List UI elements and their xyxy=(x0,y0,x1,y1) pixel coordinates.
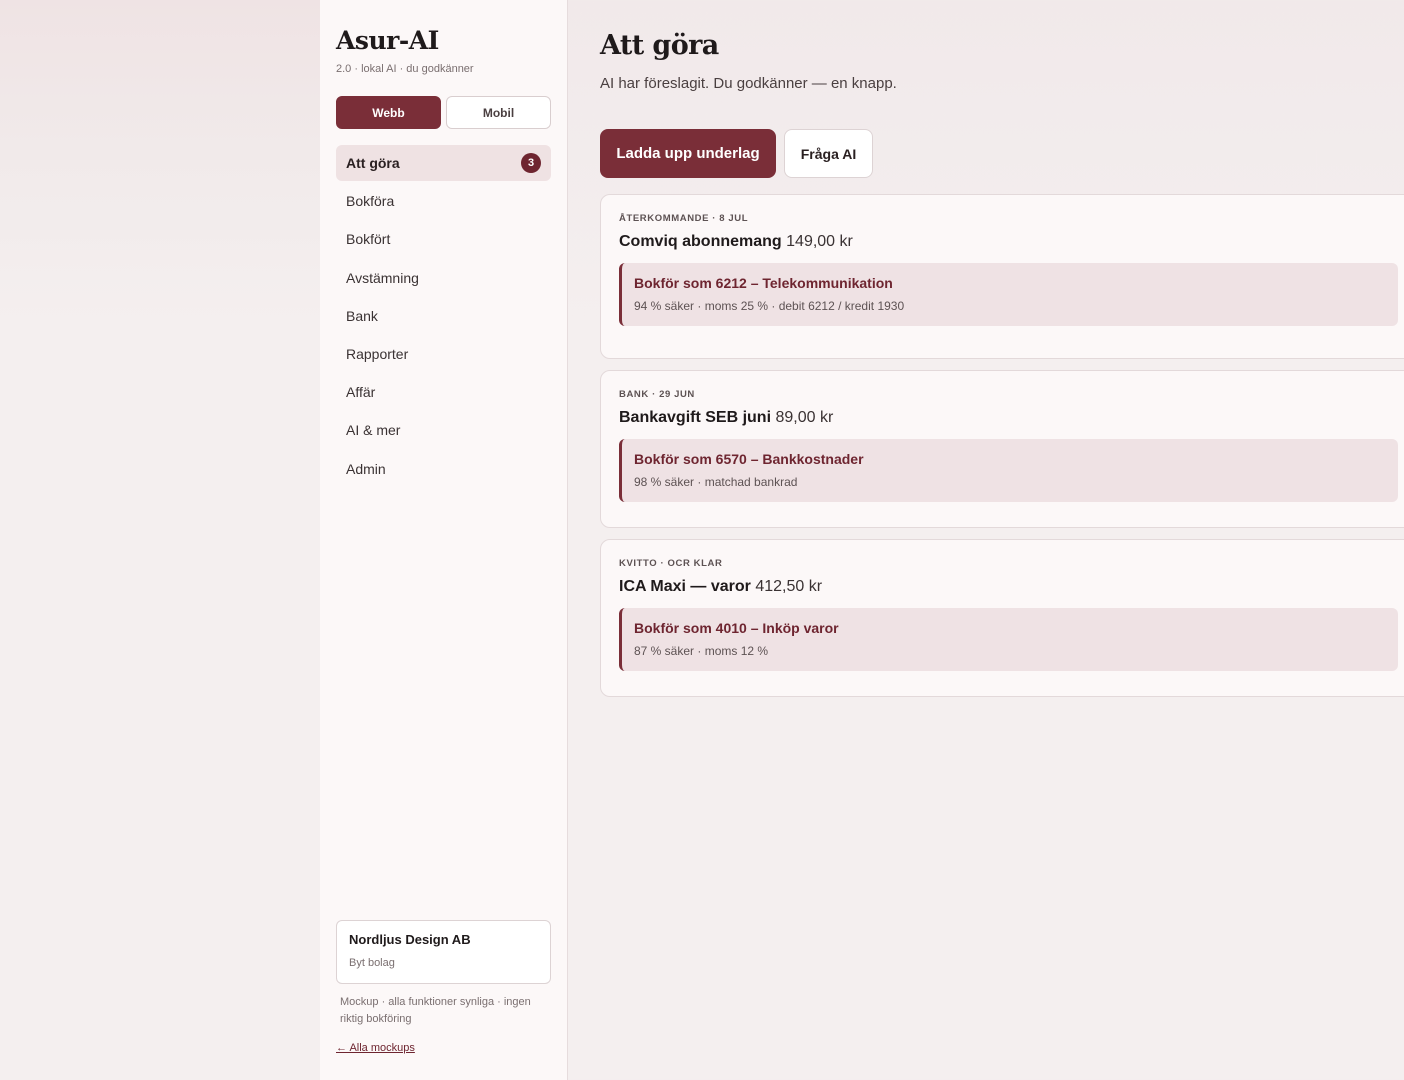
ask-ai-button[interactable]: Fråga AI xyxy=(784,129,873,178)
task-title: ICA Maxi — varor 412,50 kr xyxy=(619,578,822,596)
sidebar-item-label: Affär xyxy=(346,384,376,401)
page-subtitle: AI har föreslagit. Du godkänner — en kna… xyxy=(600,75,897,92)
company-name: Nordljus Design AB xyxy=(349,932,471,947)
task-title: Comviq abonnemang 149,00 kr xyxy=(619,233,853,251)
ai-suggestion[interactable]: Bokför som 6570 – Bankkostnader 98 % säk… xyxy=(619,439,1398,502)
sidebar-item-bokfora[interactable]: Bokföra xyxy=(336,183,551,219)
mode-mobil-button[interactable]: Mobil xyxy=(446,96,551,129)
suggestion-detail: 87 % säker · moms 12 % xyxy=(634,644,769,658)
task-name: ICA Maxi — varor xyxy=(619,578,751,595)
task-meta: Bank · 29 jun xyxy=(619,389,695,400)
main-content: Att göra AI har föreslagit. Du godkänner… xyxy=(600,0,1404,1080)
sidebar-item-label: Bokfört xyxy=(346,231,391,248)
sidebar-item-att-gora[interactable]: Att göra 3 xyxy=(336,145,551,181)
sidebar-item-bokfort[interactable]: Bokfört xyxy=(336,221,551,257)
count-badge: 3 xyxy=(521,153,541,173)
sidebar-nav: Att göra 3 Bokföra Bokfört Avstämning Ba… xyxy=(336,145,551,489)
brand-title: Asur-AI xyxy=(336,26,439,55)
sidebar-item-bank[interactable]: Bank xyxy=(336,298,551,334)
ai-suggestion[interactable]: Bokför som 6212 – Telekommunikation 94 %… xyxy=(619,263,1398,326)
sidebar-item-avstamning[interactable]: Avstämning xyxy=(336,260,551,296)
page-backdrop xyxy=(0,0,320,1080)
company-switcher[interactable]: Nordljus Design AB Byt bolag xyxy=(336,920,551,984)
suggestion-title: Bokför som 6212 – Telekommunikation xyxy=(634,275,893,291)
task-meta: Kvitto · OCR klar xyxy=(619,558,723,569)
task-meta: Återkommande · 8 jul xyxy=(619,213,749,224)
task-card: Bank · 29 jun Bankavgift SEB juni 89,00 … xyxy=(600,370,1404,528)
sidebar-item-label: Avstämning xyxy=(346,269,419,286)
sidebar-item-label: Att göra xyxy=(346,155,400,171)
suggestion-title: Bokför som 4010 – Inköp varor xyxy=(634,620,839,636)
task-amount: 412,50 kr xyxy=(755,578,823,595)
task-name: Comviq abonnemang xyxy=(619,233,782,250)
mockup-note: Mockup · alla funktioner synliga · ingen… xyxy=(340,996,531,1025)
task-name: Bankavgift SEB juni xyxy=(619,409,772,426)
sidebar-item-label: Bokföra xyxy=(346,193,395,210)
sidebar: Asur-AI 2.0 · lokal AI · du godkänner We… xyxy=(320,0,568,1080)
sidebar-item-label: AI & mer xyxy=(346,422,401,439)
page-title: Att göra xyxy=(600,30,719,61)
all-mockups-link[interactable]: ← Alla mockups xyxy=(336,1042,415,1054)
sidebar-item-affar[interactable]: Affär xyxy=(336,374,551,410)
sidebar-item-label: Rapporter xyxy=(346,345,409,362)
task-amount: 89,00 kr xyxy=(775,409,834,426)
task-card: Återkommande · 8 jul Comviq abonnemang 1… xyxy=(600,194,1404,359)
sidebar-item-ai-mer[interactable]: AI & mer xyxy=(336,412,551,448)
switch-company-link[interactable]: Byt bolag xyxy=(349,957,395,969)
suggestion-title: Bokför som 6570 – Bankkostnader xyxy=(634,451,864,467)
upload-document-button[interactable]: Ladda upp underlag xyxy=(600,129,776,178)
suggestion-detail: 98 % säker · matchad bankrad xyxy=(634,475,798,489)
sidebar-item-label: Admin xyxy=(346,460,386,477)
sidebar-item-admin[interactable]: Admin xyxy=(336,451,551,487)
suggestion-detail: 94 % säker · moms 25 % · debit 6212 / kr… xyxy=(634,299,905,313)
brand-subtitle: 2.0 · lokal AI · du godkänner xyxy=(336,63,474,75)
ai-suggestion[interactable]: Bokför som 4010 – Inköp varor 87 % säker… xyxy=(619,608,1398,671)
task-card: Kvitto · OCR klar ICA Maxi — varor 412,5… xyxy=(600,539,1404,697)
sidebar-item-label: Bank xyxy=(346,307,378,324)
mode-webb-button[interactable]: Webb xyxy=(336,96,441,129)
task-amount: 149,00 kr xyxy=(786,233,853,250)
task-title: Bankavgift SEB juni 89,00 kr xyxy=(619,409,833,427)
sidebar-item-rapporter[interactable]: Rapporter xyxy=(336,336,551,372)
